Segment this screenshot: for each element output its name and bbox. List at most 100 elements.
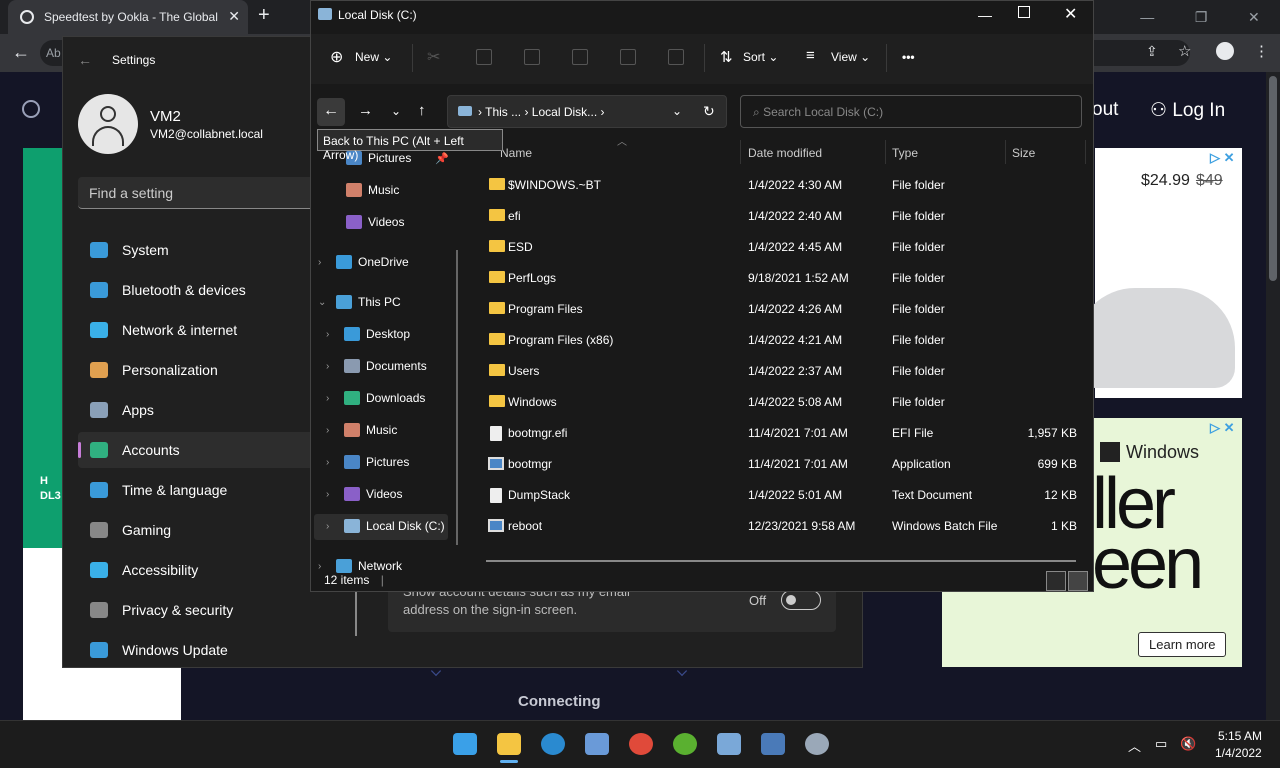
settings-gear-icon[interactable] xyxy=(805,733,829,755)
recent-locations-icon[interactable]: ⌄ xyxy=(391,104,401,118)
adchoices-icon[interactable]: ▷ ✕ xyxy=(1210,150,1235,166)
back-button[interactable]: ← xyxy=(317,98,345,126)
tree-item[interactable]: Videos xyxy=(346,211,404,233)
browser-back-icon[interactable]: ← xyxy=(12,42,30,63)
profile-icon[interactable] xyxy=(1216,42,1234,60)
cut-icon[interactable]: ✂ xyxy=(427,47,440,67)
share-icon[interactable]: ⇪ xyxy=(1146,43,1158,60)
expand-chevron-icon[interactable]: › xyxy=(326,329,340,340)
window-app-icon[interactable] xyxy=(761,733,785,755)
speaker-ad[interactable]: $24.99 $49 xyxy=(1075,148,1242,398)
bookmark-star-icon[interactable]: ☆ xyxy=(1178,42,1191,60)
tree-item[interactable]: › Music xyxy=(326,419,397,441)
new-button[interactable]: New ⌄ xyxy=(355,50,392,64)
restore-icon[interactable]: ❐ xyxy=(1195,9,1208,26)
nav-item-windows-update[interactable]: Windows Update xyxy=(78,632,318,668)
file-row[interactable]: bootmgr 11/4/2021 7:01 AM Application 699 K… xyxy=(487,450,1087,478)
file-row[interactable]: DumpStack 1/4/2022 5:01 AM Text Document 12… xyxy=(487,481,1087,509)
tree-item[interactable]: › Pictures xyxy=(326,451,409,473)
nav-item-accounts[interactable]: Accounts xyxy=(78,432,318,468)
file-row[interactable]: Program Files (x86) 1/4/2022 4:21 AM File … xyxy=(487,326,1087,354)
file-row[interactable]: efi 1/4/2022 2:40 AM File folder xyxy=(487,202,1087,230)
expand-chevron-icon[interactable]: › xyxy=(318,561,332,572)
column-separator[interactable] xyxy=(1085,140,1086,164)
resource-monitor-icon[interactable] xyxy=(717,733,741,755)
tree-item[interactable]: › Documents xyxy=(326,355,427,377)
nav-item-bluetooth-devices[interactable]: Bluetooth & devices xyxy=(78,272,318,308)
file-row[interactable]: Windows 1/4/2022 5:08 AM File folder xyxy=(487,388,1087,416)
minimize-icon[interactable]: — xyxy=(1140,9,1154,25)
expand-chevron-icon[interactable]: ⌄ xyxy=(318,297,332,308)
forward-icon[interactable]: → xyxy=(358,102,373,119)
file-explorer-icon[interactable] xyxy=(497,733,521,755)
utorrent-icon[interactable] xyxy=(673,733,697,755)
file-row[interactable]: Program Files 1/4/2022 4:26 AM File folder xyxy=(487,295,1087,323)
volume-muted-icon[interactable]: 🔇 xyxy=(1180,736,1196,752)
search-input[interactable]: ⌕ Search Local Disk (C:) xyxy=(740,95,1082,128)
show-hidden-icons-chevron[interactable]: ︿ xyxy=(1128,736,1141,755)
sort-button[interactable]: Sort ⌄ xyxy=(743,50,778,64)
clock-time[interactable]: 5:15 AM xyxy=(1218,729,1262,743)
rename-icon[interactable] xyxy=(572,49,588,65)
expand-chevron-icon[interactable]: › xyxy=(318,257,332,268)
page-scrollbar[interactable] xyxy=(1266,72,1280,720)
expand-chevron-icon[interactable]: › xyxy=(326,521,340,532)
horizontal-scrollbar[interactable] xyxy=(486,560,1076,562)
minimize-icon[interactable]: — xyxy=(978,7,992,23)
nav-item-network-internet[interactable]: Network & internet xyxy=(78,312,318,348)
expand-chevron-icon[interactable]: › xyxy=(326,489,340,500)
expand-chevron-icon[interactable]: › xyxy=(326,361,340,372)
col-name[interactable]: Name xyxy=(500,146,532,160)
address-dropdown-icon[interactable]: ⌄ xyxy=(672,104,682,118)
file-row[interactable]: Users 1/4/2022 2:37 AM File folder xyxy=(487,357,1087,385)
nav-item-privacy-security[interactable]: Privacy & security xyxy=(78,592,318,628)
expand-chevron-icon[interactable]: › xyxy=(326,425,340,436)
nav-item-apps[interactable]: Apps xyxy=(78,392,318,428)
view-button[interactable]: View ⌄ xyxy=(831,50,870,64)
column-separator[interactable] xyxy=(740,140,741,164)
paste-icon[interactable] xyxy=(524,49,540,65)
file-row[interactable]: ESD 1/4/2022 4:45 AM File folder xyxy=(487,233,1087,261)
tree-item[interactable]: › OneDrive xyxy=(318,251,409,273)
learn-more-button[interactable]: Learn more xyxy=(1138,632,1227,657)
tree-item[interactable]: › Downloads xyxy=(326,387,425,409)
windows-start-icon[interactable] xyxy=(453,733,477,755)
more-options-button[interactable]: ••• xyxy=(902,50,915,64)
nav-item-personalization[interactable]: Personalization xyxy=(78,352,318,388)
close-icon[interactable]: ✕ xyxy=(1064,4,1077,24)
nav-about-link[interactable]: out xyxy=(1092,99,1118,121)
tree-item[interactable]: › Local Disk (C:) xyxy=(326,515,445,537)
refresh-icon[interactable]: ↻ xyxy=(703,103,715,120)
login-link[interactable]: ⚇ Log In xyxy=(1150,99,1225,122)
maximize-icon[interactable] xyxy=(1018,6,1030,18)
col-size[interactable]: Size xyxy=(1012,146,1035,160)
new-tab-button[interactable]: + xyxy=(258,4,270,27)
nav-item-accessibility[interactable]: Accessibility xyxy=(78,552,318,588)
nav-item-system[interactable]: System xyxy=(78,232,318,268)
store-icon[interactable] xyxy=(585,733,609,755)
col-type[interactable]: Type xyxy=(892,146,918,160)
settings-back-icon[interactable]: ← xyxy=(78,52,92,68)
network-icon[interactable]: ▭ xyxy=(1155,736,1167,752)
tree-item[interactable]: › Videos xyxy=(326,483,402,505)
adchoices-icon-2[interactable]: ▷ ✕ xyxy=(1210,420,1235,436)
delete-icon[interactable] xyxy=(668,49,684,65)
col-date[interactable]: Date modified xyxy=(748,146,822,160)
tree-item[interactable]: ⌄ This PC xyxy=(318,291,401,313)
details-view-icon[interactable] xyxy=(1046,571,1066,591)
share-icon[interactable] xyxy=(620,49,636,65)
tree-item[interactable]: Music xyxy=(346,179,399,201)
tree-scrollbar[interactable] xyxy=(456,250,458,545)
browser-tab[interactable]: Speedtest by Ookla - The Global ✕ xyxy=(8,0,248,34)
chrome-icon[interactable] xyxy=(629,733,653,755)
account-details-toggle[interactable] xyxy=(781,590,821,610)
large-icons-view-icon[interactable] xyxy=(1068,571,1088,591)
edge-icon[interactable] xyxy=(541,733,565,755)
expand-chevron-icon[interactable]: › xyxy=(326,457,340,468)
file-row[interactable]: PerfLogs 9/18/2021 1:52 AM File folder xyxy=(487,264,1087,292)
address-bar[interactable]: › This ... › Local Disk... › ⌄ xyxy=(447,95,727,128)
file-row[interactable]: reboot 12/23/2021 9:58 AM Windows Batch Fi… xyxy=(487,512,1087,540)
find-setting-input[interactable]: Find a setting xyxy=(78,177,318,209)
column-separator[interactable] xyxy=(1005,140,1006,164)
close-icon[interactable]: ✕ xyxy=(1248,9,1260,26)
